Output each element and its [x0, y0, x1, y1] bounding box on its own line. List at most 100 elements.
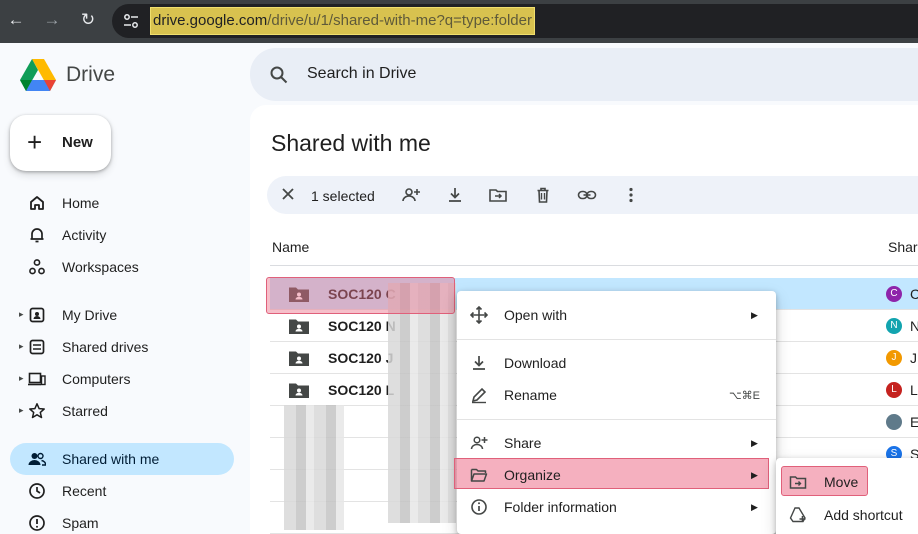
url-host: drive.google.com	[153, 12, 268, 29]
sidebar-item-workspaces[interactable]: Workspaces	[10, 251, 234, 283]
sidebar-item-shared-with-me[interactable]: Shared with me	[10, 443, 234, 475]
star-icon	[29, 403, 45, 419]
avatar: L	[886, 382, 902, 398]
selection-toolbar: 1 selected	[267, 176, 918, 214]
sidebar-item-label: Spam	[62, 515, 99, 531]
search-icon[interactable]	[269, 65, 289, 85]
sidebar-item-label: Activity	[62, 227, 107, 243]
avatar	[886, 414, 902, 430]
site-settings-icon[interactable]	[122, 12, 140, 30]
sidebar-item-recent[interactable]: Recent	[10, 475, 234, 507]
address-bar[interactable]: drive.google.com/drive/u/1/shared-with-m…	[112, 4, 918, 38]
column-header-shared-by[interactable]: Shar	[888, 239, 918, 255]
menu-item-label: Organize	[504, 467, 561, 483]
download-icon[interactable]	[445, 185, 465, 205]
clear-selection-icon[interactable]	[279, 185, 297, 203]
sidebar-item-activity[interactable]: Activity	[10, 219, 234, 251]
sidebar-item-starred[interactable]: ▸ Starred	[10, 395, 234, 427]
new-button[interactable]: + New	[10, 115, 111, 171]
new-button-label: New	[62, 134, 93, 151]
url-text[interactable]: drive.google.com/drive/u/1/shared-with-m…	[150, 7, 535, 35]
menu-item-open-with[interactable]: Open with ▶	[457, 299, 776, 331]
avatar: J	[886, 350, 902, 366]
owner-name: J	[910, 350, 917, 366]
owner-name: E	[910, 414, 918, 430]
sidebar-item-spam[interactable]: Spam	[10, 507, 234, 534]
reload-icon[interactable]: ↻	[76, 8, 100, 32]
folder-open-icon	[470, 468, 488, 482]
menu-item-label: Open with	[504, 307, 568, 323]
spam-icon	[29, 515, 45, 531]
sidebar-item-label: Shared drives	[62, 339, 149, 355]
menu-item-share[interactable]: Share ▶	[457, 427, 776, 459]
expand-caret-icon[interactable]: ▸	[19, 405, 24, 416]
browser-toolbar: ← → ↻ drive.google.com/drive/u/1/shared-…	[0, 0, 918, 43]
people-icon	[28, 452, 46, 466]
keyboard-shortcut: ⌥⌘E	[729, 390, 761, 402]
trash-icon[interactable]	[533, 185, 553, 205]
link-icon[interactable]	[577, 185, 597, 205]
sidebar-item-label: Workspaces	[62, 259, 139, 275]
sidebar-item-home[interactable]: Home	[10, 187, 234, 219]
forward-icon[interactable]: →	[40, 8, 64, 32]
menu-item-folder-information[interactable]: Folder information ▶	[457, 491, 776, 523]
submenu-arrow-icon: ▶	[751, 502, 758, 512]
pencil-icon	[471, 387, 487, 404]
submenu-arrow-icon: ▶	[751, 470, 758, 480]
back-icon[interactable]: ←	[4, 8, 28, 32]
file-name: SOC120 L	[328, 382, 395, 398]
menu-item-label: Folder information	[504, 499, 617, 515]
redacted-region	[284, 405, 344, 530]
expand-caret-icon[interactable]: ▸	[19, 309, 24, 320]
move-arrows-icon	[470, 306, 488, 324]
shared-folder-icon	[289, 351, 309, 366]
shared-folder-icon	[289, 383, 309, 398]
owner-name: C	[910, 286, 918, 302]
menu-item-move[interactable]: Move	[776, 466, 918, 498]
menu-item-add-shortcut[interactable]: Add shortcut	[776, 499, 918, 531]
app-name: Drive	[66, 63, 116, 86]
my-drive-icon	[29, 307, 45, 323]
add-shortcut-icon	[789, 507, 806, 523]
computers-icon	[28, 372, 46, 386]
sidebar-item-label: Home	[62, 195, 100, 211]
shared-folder-icon	[289, 319, 309, 334]
selected-file-highlight	[266, 277, 455, 314]
menu-item-label: Rename	[504, 387, 557, 403]
expand-caret-icon[interactable]: ▸	[19, 373, 24, 384]
search-bar[interactable]: Search in Drive	[250, 48, 918, 101]
menu-item-organize[interactable]: Organize ▶	[454, 458, 769, 489]
redacted-region	[388, 283, 456, 523]
file-name: SOC120 J	[328, 350, 394, 366]
menu-item-label: Share	[504, 435, 542, 451]
menu-item-label: Download	[504, 355, 567, 371]
sidebar-item-label: Computers	[62, 371, 131, 387]
sidebar-item-label: My Drive	[62, 307, 118, 323]
page-title: Shared with me	[271, 130, 431, 156]
sidebar-item-my-drive[interactable]: ▸ My Drive	[10, 299, 234, 331]
submenu-arrow-icon: ▶	[751, 438, 758, 448]
menu-item-rename[interactable]: Rename ⌥⌘E	[457, 379, 776, 411]
drive-logo-icon[interactable]	[19, 58, 57, 92]
clock-icon	[29, 483, 45, 499]
menu-item-label: Add shortcut	[824, 507, 903, 523]
bell-icon	[30, 228, 44, 243]
workspaces-icon	[29, 259, 45, 275]
sidebar-item-computers[interactable]: ▸ Computers	[10, 363, 234, 395]
expand-caret-icon[interactable]: ▸	[19, 341, 24, 352]
share-person-add-icon[interactable]	[401, 185, 421, 205]
sidebar-item-shared-drives[interactable]: ▸ Shared drives	[10, 331, 234, 363]
more-vert-icon[interactable]	[621, 185, 641, 205]
sidebar-item-label: Recent	[62, 483, 107, 499]
context-menu: Open with ▶ Download Rename ⌥⌘E Share ▶ …	[454, 291, 776, 534]
move-to-folder-icon[interactable]	[488, 185, 508, 205]
info-icon	[471, 499, 487, 515]
menu-item-download[interactable]: Download	[457, 347, 776, 379]
share-person-add-icon	[470, 436, 488, 450]
search-input[interactable]: Search in Drive	[307, 65, 416, 83]
owner-name: L	[910, 382, 918, 398]
column-header-name[interactable]: Name	[272, 239, 309, 255]
menu-divider	[457, 339, 776, 340]
shared-drives-icon	[29, 339, 45, 355]
header-divider	[270, 265, 918, 266]
